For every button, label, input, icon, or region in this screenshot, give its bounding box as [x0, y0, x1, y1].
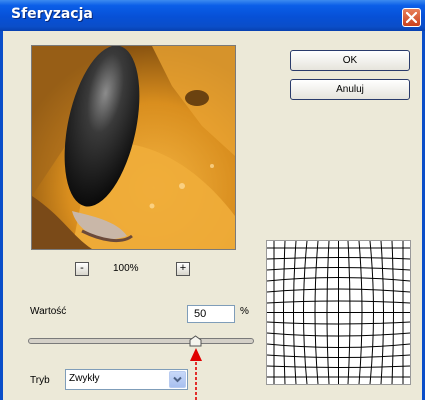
dropdown-button[interactable] [169, 371, 186, 388]
close-button[interactable] [402, 8, 421, 27]
plus-icon: + [179, 262, 187, 274]
annotation-arrow-icon [190, 348, 202, 400]
amount-input[interactable]: 50 [187, 305, 235, 323]
amount-slider-track[interactable] [28, 338, 254, 344]
mode-select[interactable]: Zwykły [65, 369, 188, 390]
cancel-button[interactable]: Anuluj [290, 79, 410, 100]
amount-slider-thumb[interactable] [189, 335, 202, 347]
close-icon [406, 12, 417, 23]
minus-icon: - [80, 262, 84, 274]
window-border-left [0, 31, 3, 400]
title-bar[interactable]: Sferyzacja [0, 0, 425, 31]
chevron-down-icon [173, 376, 182, 383]
zoom-level: 100% [113, 263, 139, 274]
distortion-grid-preview [266, 240, 411, 385]
mode-selected-value: Zwykły [69, 373, 100, 384]
mode-label: Tryb [30, 375, 50, 386]
window-title: Sferyzacja [11, 6, 93, 22]
zoom-out-button[interactable]: - [75, 262, 89, 276]
amount-label: Wartość [30, 306, 67, 317]
zoom-in-button[interactable]: + [176, 262, 190, 276]
dialog-window: Sferyzacja - 100% + OK Anuluj Wartość 50… [0, 0, 425, 400]
preview-image[interactable] [31, 45, 236, 250]
ok-button[interactable]: OK [290, 50, 410, 71]
percent-unit: % [240, 306, 249, 317]
